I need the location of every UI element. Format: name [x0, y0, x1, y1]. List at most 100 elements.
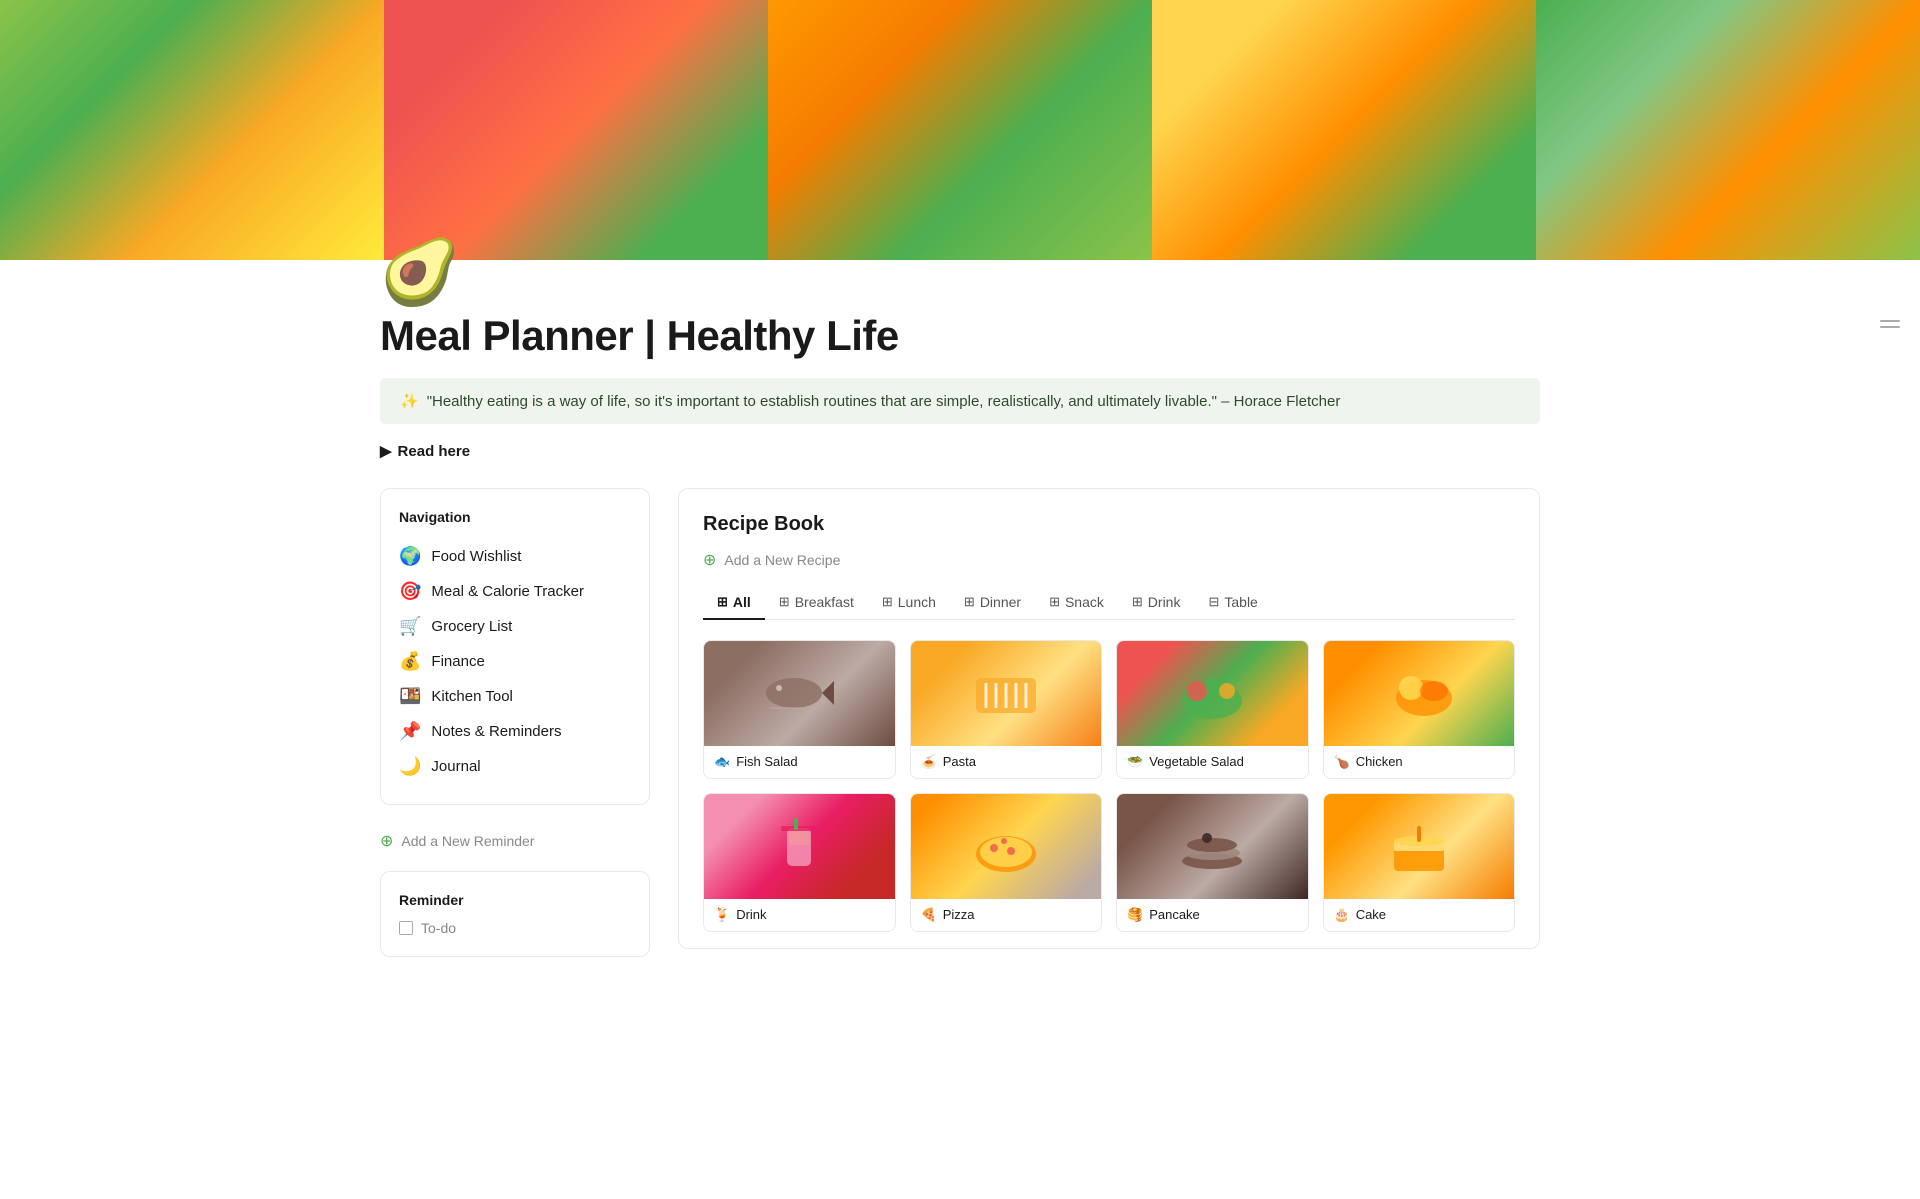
tab-dinner-icon: ⊞	[964, 594, 975, 610]
tab-breakfast-icon: ⊞	[779, 594, 790, 610]
avocado-icon: 🥑	[380, 240, 1540, 304]
add-reminder-button[interactable]: ⊕ Add a New Reminder	[380, 823, 650, 859]
todo-label: To-do	[421, 920, 456, 936]
menu-line	[1880, 320, 1900, 322]
recipe-item-chicken[interactable]: 🍗 Chicken	[1323, 640, 1516, 779]
recipe-tabs: ⊞ All ⊞ Breakfast ⊞ Lunch ⊞ Dinner	[703, 586, 1515, 620]
add-reminder-icon: ⊕	[380, 831, 393, 851]
tab-snack-label: Snack	[1065, 594, 1104, 610]
recipe-grid: 🐟 Fish Salad 🍝 Pasta	[703, 640, 1515, 932]
pasta-text: Pasta	[943, 754, 976, 769]
recipe-item-pasta[interactable]: 🍝 Pasta	[910, 640, 1103, 779]
page-title: Meal Planner | Healthy Life	[380, 312, 1540, 360]
tab-table[interactable]: ⊟ Table	[1194, 586, 1271, 620]
recipe-label-chicken: 🍗 Chicken	[1324, 746, 1515, 778]
kitchen-tool-icon: 🍱	[399, 686, 421, 707]
sidebar-item-label: Notes & Reminders	[431, 723, 561, 740]
pizza-text: Pizza	[943, 907, 975, 922]
recipe-label-pizza: 🍕 Pizza	[911, 899, 1102, 931]
tab-table-label: Table	[1224, 594, 1257, 610]
todo-checkbox[interactable]	[399, 921, 413, 935]
journal-icon: 🌙	[399, 756, 421, 777]
tab-breakfast[interactable]: ⊞ Breakfast	[765, 586, 868, 620]
sidebar-item-finance[interactable]: 💰 Finance	[399, 644, 631, 679]
cake-emoji: 🎂	[1334, 907, 1350, 923]
add-recipe-label: Add a New Recipe	[724, 552, 840, 568]
add-recipe-button[interactable]: ⊕ Add a New Recipe	[703, 550, 1515, 570]
sidebar-item-label: Journal	[431, 758, 480, 775]
sidebar-item-label: Meal & Calorie Tracker	[431, 583, 584, 600]
salad-emoji: 🥗	[1127, 754, 1143, 770]
read-here-toggle[interactable]: ▶ Read here	[380, 442, 1540, 460]
tab-snack-icon: ⊞	[1049, 594, 1060, 610]
sidebar-item-label: Kitchen Tool	[431, 688, 512, 705]
tab-drink[interactable]: ⊞ Drink	[1118, 586, 1195, 620]
drink-text: Drink	[736, 907, 766, 922]
tab-drink-icon: ⊞	[1132, 594, 1143, 610]
hero-image-3	[768, 0, 1152, 260]
hero-image-4	[1152, 0, 1536, 260]
chicken-text: Chicken	[1356, 754, 1403, 769]
reminder-title: Reminder	[399, 892, 631, 908]
navigation-title: Navigation	[399, 509, 631, 525]
recipe-item-pancake[interactable]: 🥞 Pancake	[1116, 793, 1309, 932]
recipe-label-cake: 🎂 Cake	[1324, 899, 1515, 931]
sidebar-item-label: Food Wishlist	[431, 548, 521, 565]
sidebar-item-journal[interactable]: 🌙 Journal	[399, 749, 631, 784]
finance-icon: 💰	[399, 651, 421, 672]
recipe-thumb-drink	[704, 794, 895, 899]
reminder-card: Reminder To-do	[380, 871, 650, 957]
pancake-emoji: 🥞	[1127, 907, 1143, 923]
tab-lunch-icon: ⊞	[882, 594, 893, 610]
hero-banner	[0, 0, 1920, 260]
fish-text: Fish Salad	[736, 754, 797, 769]
tab-table-icon: ⊟	[1208, 594, 1219, 610]
tab-dinner[interactable]: ⊞ Dinner	[950, 586, 1035, 620]
recipe-thumb-pasta	[911, 641, 1102, 746]
grocery-list-icon: 🛒	[399, 616, 421, 637]
pizza-emoji: 🍕	[921, 907, 937, 923]
left-panel: Navigation 🌍 Food Wishlist 🎯 Meal & Calo…	[380, 488, 650, 957]
recipe-thumb-cake	[1324, 794, 1515, 899]
navigation-card: Navigation 🌍 Food Wishlist 🎯 Meal & Calo…	[380, 488, 650, 805]
sidebar-item-kitchen-tool[interactable]: 🍱 Kitchen Tool	[399, 679, 631, 714]
todo-item[interactable]: To-do	[399, 920, 631, 936]
recipe-thumb-pancake	[1117, 794, 1308, 899]
sidebar-item-food-wishlist[interactable]: 🌍 Food Wishlist	[399, 539, 631, 574]
recipe-item-salad[interactable]: 🥗 Vegetable Salad	[1116, 640, 1309, 779]
tab-all-label: All	[733, 594, 751, 610]
recipe-item-drink[interactable]: 🍹 Drink	[703, 793, 896, 932]
tab-all[interactable]: ⊞ All	[703, 586, 765, 620]
recipe-thumb-salad	[1117, 641, 1308, 746]
recipe-item-fish-salad[interactable]: 🐟 Fish Salad	[703, 640, 896, 779]
tab-breakfast-label: Breakfast	[795, 594, 854, 610]
page-menu-button[interactable]	[1880, 320, 1900, 328]
fish-emoji: 🐟	[714, 754, 730, 770]
quote-icon: ✨	[400, 392, 419, 410]
read-here-label: Read here	[398, 443, 471, 460]
recipe-thumb-fish	[704, 641, 895, 746]
tab-lunch-label: Lunch	[898, 594, 936, 610]
tab-lunch[interactable]: ⊞ Lunch	[868, 586, 950, 620]
pasta-emoji: 🍝	[921, 754, 937, 770]
recipe-label-pasta: 🍝 Pasta	[911, 746, 1102, 778]
drink-emoji: 🍹	[714, 907, 730, 923]
recipe-label-salad: 🥗 Vegetable Salad	[1117, 746, 1308, 778]
notes-icon: 📌	[399, 721, 421, 742]
right-panel: Recipe Book ⊕ Add a New Recipe ⊞ All ⊞ B…	[678, 488, 1540, 949]
tab-snack[interactable]: ⊞ Snack	[1035, 586, 1118, 620]
sidebar-item-meal-tracker[interactable]: 🎯 Meal & Calorie Tracker	[399, 574, 631, 609]
cake-text: Cake	[1356, 907, 1386, 922]
quote-block: ✨ "Healthy eating is a way of life, so i…	[380, 378, 1540, 424]
main-layout: Navigation 🌍 Food Wishlist 🎯 Meal & Calo…	[380, 488, 1540, 957]
hero-image-5	[1536, 0, 1920, 260]
recipe-thumb-chicken	[1324, 641, 1515, 746]
recipe-item-pizza[interactable]: 🍕 Pizza	[910, 793, 1103, 932]
salad-text: Vegetable Salad	[1149, 754, 1244, 769]
sidebar-item-grocery-list[interactable]: 🛒 Grocery List	[399, 609, 631, 644]
read-here-arrow: ▶	[380, 442, 392, 460]
sidebar-item-notes-reminders[interactable]: 📌 Notes & Reminders	[399, 714, 631, 749]
recipe-item-cake[interactable]: 🎂 Cake	[1323, 793, 1516, 932]
meal-tracker-icon: 🎯	[399, 581, 421, 602]
add-reminder-label: Add a New Reminder	[401, 833, 534, 849]
